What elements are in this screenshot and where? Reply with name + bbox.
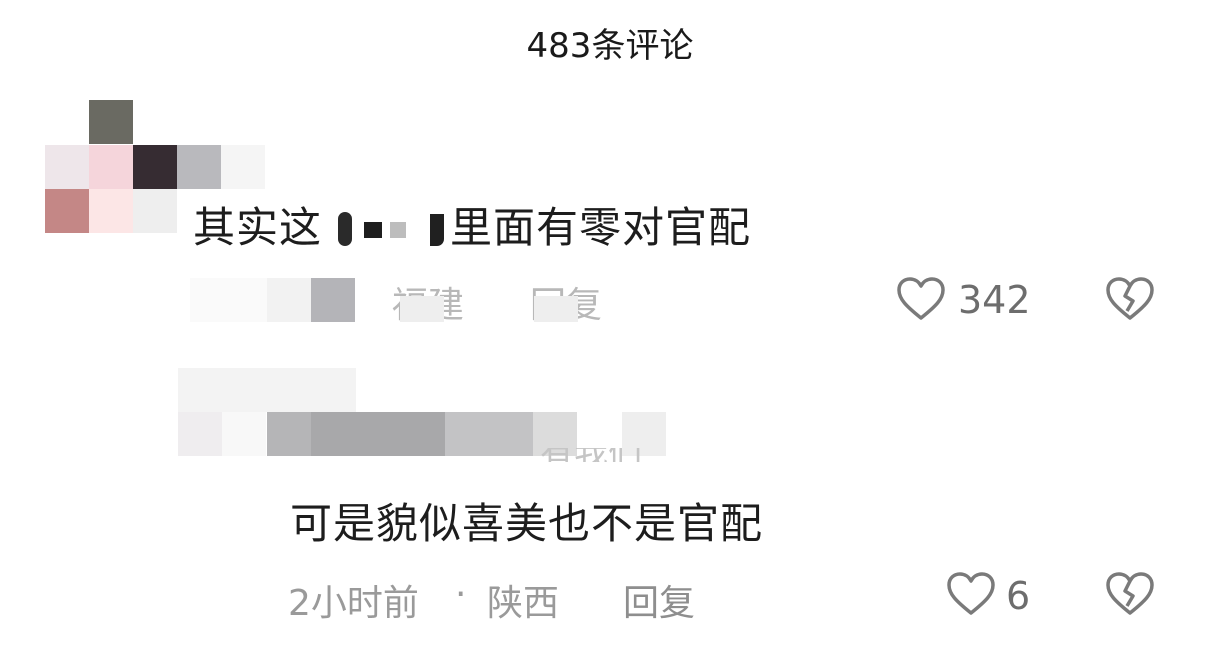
reply-button[interactable]: 回复 <box>623 574 695 626</box>
mosaic-redaction <box>330 198 450 248</box>
heart-outline-icon[interactable] <box>896 277 946 321</box>
like-count: 342 <box>958 278 1031 322</box>
heart-outline-icon[interactable] <box>946 572 996 616</box>
comment-location: 陕西 <box>487 583 560 624</box>
comment-text: 可是貌似喜美也不是官配 <box>290 499 764 548</box>
comment-text-part: 里面有零对官配 <box>450 203 752 252</box>
reply-to-text: 有我们 <box>540 448 642 462</box>
reply-to-partial-row: 有我们 <box>420 448 670 462</box>
comments-count-title: 483条评论 <box>526 26 694 66</box>
comment-time: 2小时前 <box>288 583 419 624</box>
like-count: 6 <box>1006 574 1031 618</box>
broken-heart-icon[interactable] <box>1105 572 1155 616</box>
broken-heart-icon[interactable] <box>1105 277 1155 321</box>
comment-text-part: 其实这 <box>193 203 323 252</box>
meta-separator: · <box>455 574 467 615</box>
